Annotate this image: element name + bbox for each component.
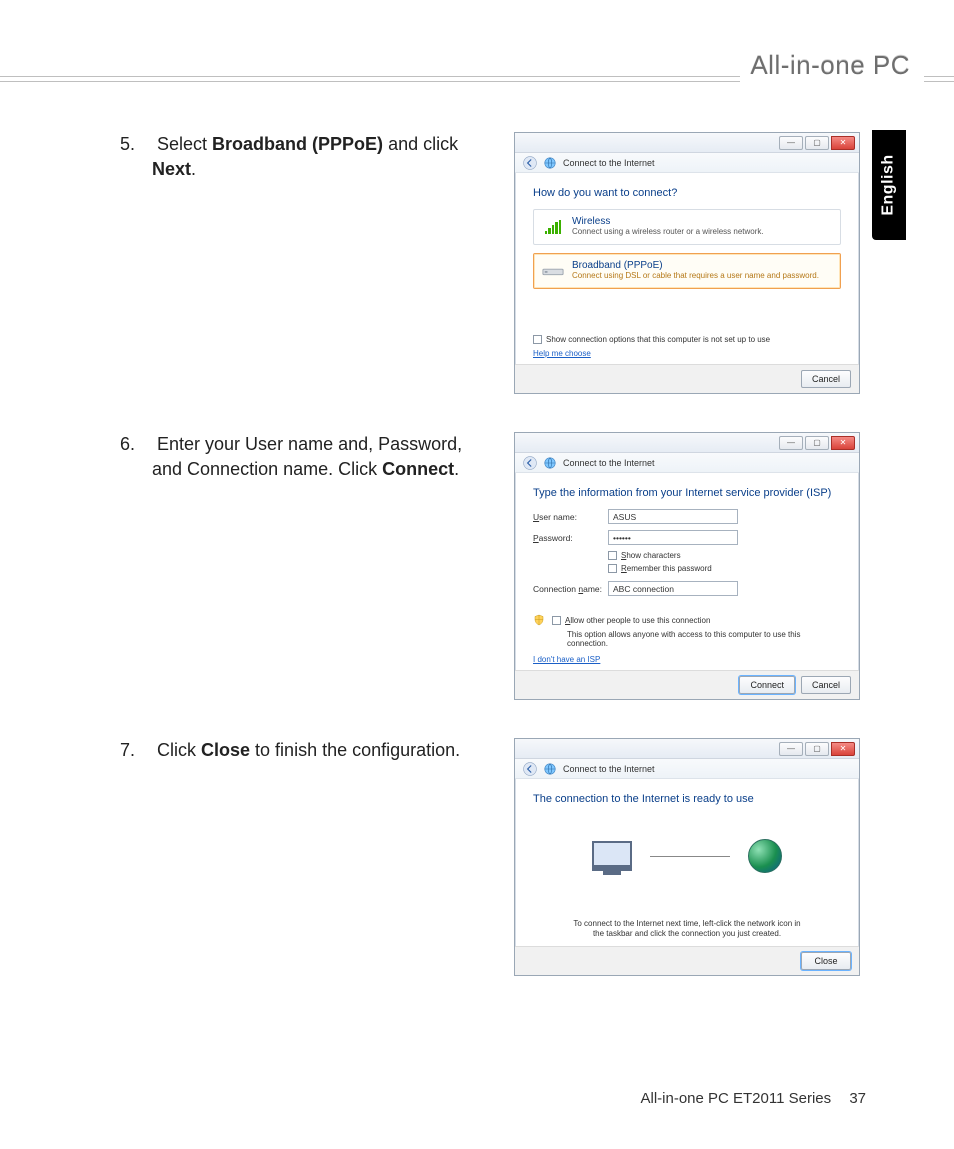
remember-password-checkbox[interactable]: Remember this password (608, 564, 841, 573)
network-globe-icon (543, 456, 557, 470)
maximize-button[interactable]: ▢ (805, 742, 829, 756)
option-wireless-title: Wireless (572, 216, 764, 227)
header-breadcrumb: Connect to the Internet (515, 453, 859, 473)
close-button[interactable]: ✕ (831, 136, 855, 150)
cancel-button[interactable]: Cancel (801, 676, 851, 694)
step-6-text: 6. Enter your User name and, Password, a… (120, 432, 490, 700)
header-breadcrumb: Connect to the Internet (515, 759, 859, 779)
maximize-button[interactable]: ▢ (805, 436, 829, 450)
step-7-number: 7. (120, 738, 152, 763)
password-label: Password: (533, 533, 608, 543)
language-tab: English (872, 130, 906, 240)
checkbox-icon (608, 564, 617, 573)
step-6-number: 6. (120, 432, 152, 457)
header-rule-right (924, 76, 954, 82)
option-broadband-sub: Connect using DSL or cable that requires… (572, 271, 819, 280)
dialog-title: Connect to the Internet (563, 458, 655, 468)
no-isp-link[interactable]: I don't have an ISP (533, 655, 600, 664)
checkbox-icon (533, 335, 542, 344)
close-dialog-button[interactable]: Close (801, 952, 851, 970)
minimize-button[interactable]: — (779, 136, 803, 150)
header-rule-left (0, 76, 740, 82)
connect-button[interactable]: Connect (739, 676, 795, 694)
password-input[interactable]: •••••• (608, 530, 738, 545)
dialog-title: Connect to the Internet (563, 764, 655, 774)
header-breadcrumb: Connect to the Internet (515, 153, 859, 173)
dialog-title: Connect to the Internet (563, 158, 655, 168)
network-globe-icon (543, 156, 557, 170)
dialog-connection-ready: — ▢ ✕ Connect to the Internet The connec… (514, 738, 860, 976)
back-arrow-icon[interactable] (523, 456, 537, 470)
ready-illustration (533, 815, 841, 889)
cancel-button[interactable]: Cancel (801, 370, 851, 388)
computer-icon (592, 841, 632, 871)
minimize-button[interactable]: — (779, 742, 803, 756)
checkbox-icon (552, 616, 561, 625)
modem-icon (542, 260, 564, 282)
step-7: 7. Click Close to finish the configurati… (120, 738, 860, 976)
connection-name-input[interactable]: ABC connection (608, 581, 738, 596)
dialog-heading: How do you want to connect? (533, 187, 841, 199)
step-7-text: 7. Click Close to finish the configurati… (120, 738, 490, 976)
dialog-enter-credentials: — ▢ ✕ Connect to the Internet Type the i… (514, 432, 860, 700)
next-time-tip: To connect to the Internet next time, le… (533, 919, 841, 946)
shield-icon (533, 614, 545, 626)
titlebar: — ▢ ✕ (515, 133, 859, 153)
page-content: 5. Select Broadband (PPPoE) and click Ne… (120, 132, 860, 1014)
page-footer: All-in-one PC ET2011 Series 37 (0, 1090, 954, 1107)
help-me-choose-link[interactable]: Help me choose (533, 349, 591, 358)
connection-name-label: Connection name: (533, 584, 608, 594)
username-label: User name: (533, 512, 608, 522)
option-broadband-title: Broadband (PPPoE) (572, 260, 819, 271)
titlebar: — ▢ ✕ (515, 739, 859, 759)
back-arrow-icon[interactable] (523, 762, 537, 776)
maximize-button[interactable]: ▢ (805, 136, 829, 150)
allow-others-note: This option allows anyone with access to… (567, 630, 841, 648)
footer-model: All-in-one PC ET2011 Series (640, 1090, 831, 1107)
connection-line-icon (650, 856, 730, 857)
option-broadband[interactable]: Broadband (PPPoE) Connect using DSL or c… (533, 253, 841, 289)
minimize-button[interactable]: — (779, 436, 803, 450)
network-globe-icon (543, 762, 557, 776)
close-button[interactable]: ✕ (831, 436, 855, 450)
language-tab-label: English (880, 154, 898, 215)
step-5: 5. Select Broadband (PPPoE) and click Ne… (120, 132, 860, 394)
dialog-connect-options: — ▢ ✕ Connect to the Internet How do you… (514, 132, 860, 394)
step-5-number: 5. (120, 132, 152, 157)
step-6: 6. Enter your User name and, Password, a… (120, 432, 860, 700)
show-characters-checkbox[interactable]: Show characters (608, 551, 841, 560)
page-number: 37 (849, 1090, 866, 1107)
brand-title: All-in-one PC (750, 50, 910, 81)
back-arrow-icon[interactable] (523, 156, 537, 170)
option-wireless[interactable]: Wireless Connect using a wireless router… (533, 209, 841, 245)
step-5-text: 5. Select Broadband (PPPoE) and click Ne… (120, 132, 490, 394)
option-wireless-sub: Connect using a wireless router or a wir… (572, 227, 764, 236)
show-options-checkbox[interactable]: Show connection options that this comput… (533, 335, 841, 344)
dialog-heading: The connection to the Internet is ready … (533, 793, 841, 805)
dialog-heading: Type the information from your Internet … (533, 487, 841, 499)
username-input[interactable]: ASUS (608, 509, 738, 524)
allow-others-checkbox[interactable]: Allow other people to use this connectio… (533, 614, 841, 626)
globe-icon (748, 839, 782, 873)
checkbox-icon (608, 551, 617, 560)
titlebar: — ▢ ✕ (515, 433, 859, 453)
wireless-bars-icon (542, 216, 564, 238)
close-button[interactable]: ✕ (831, 742, 855, 756)
